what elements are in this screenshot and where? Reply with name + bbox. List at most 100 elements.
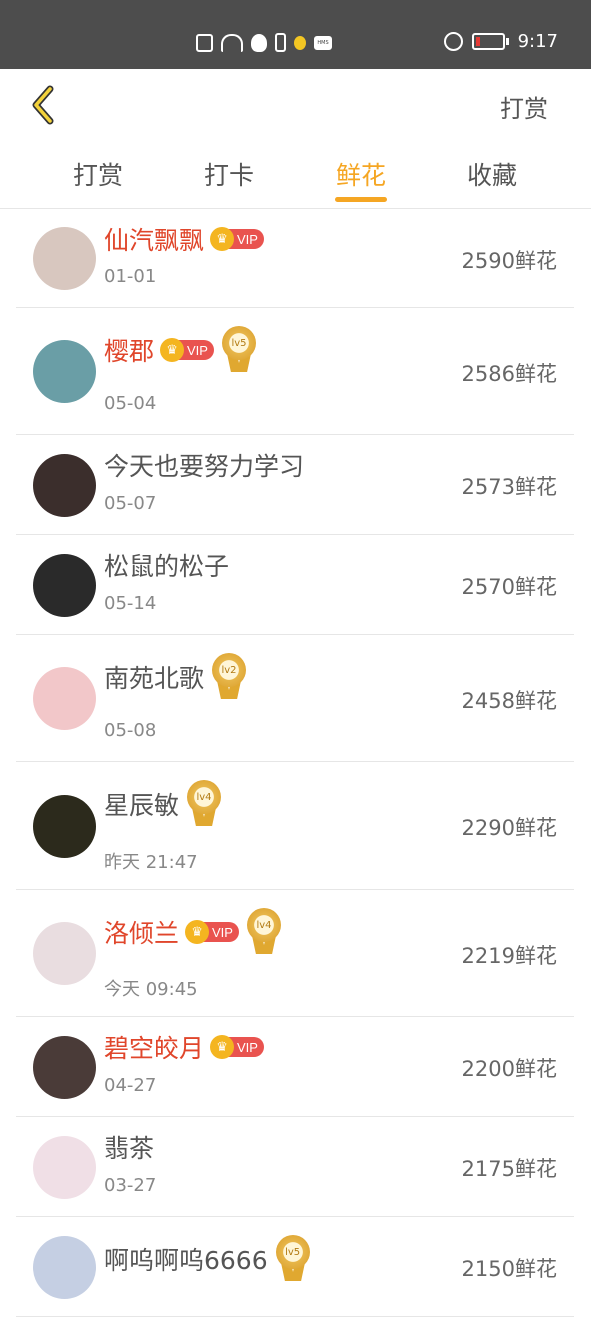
tab-reward[interactable]: 打赏	[58, 156, 138, 192]
list-item[interactable]: 洛倾兰 ♛ VIP lv4 今天 09:45 2219鲜花	[16, 890, 574, 1017]
activity-date: 04-27	[104, 1075, 157, 1096]
flower-amount: 2586鲜花	[461, 361, 557, 386]
list-item[interactable]: 南苑北歌 lv2 05-08 2458鲜花	[16, 635, 574, 762]
tab-bar: 打赏 打卡 鲜花 收藏	[0, 141, 591, 209]
qq-icon	[251, 33, 267, 52]
list-item[interactable]: 松鼠的松子 05-14 2570鲜花	[16, 535, 574, 635]
level-medal-icon: lv2	[212, 653, 247, 701]
level-label: lv4	[246, 908, 281, 942]
name-line: 碧空皎月 ♛ VIP	[104, 1029, 264, 1065]
battery-cap	[505, 38, 509, 45]
vip-label: VIP	[212, 924, 233, 940]
activity-date: 01-01	[104, 266, 157, 287]
avatar[interactable]	[33, 553, 96, 617]
crown-icon: ♛	[210, 1035, 235, 1059]
crown-icon: ♛	[185, 920, 210, 944]
list-item[interactable]: 樱郡 ♛ VIP lv5 05-04 2586鲜花	[16, 308, 574, 435]
vip-badge: ♛ VIP	[160, 338, 214, 362]
name-line: 仙汽飘飘 ♛ VIP	[104, 221, 264, 257]
avatar[interactable]	[33, 1235, 96, 1299]
level-medal-icon: lv5	[275, 1235, 310, 1283]
level-label: lv5	[275, 1235, 310, 1269]
user-name[interactable]: 啊呜啊呜6666	[104, 1241, 268, 1277]
activity-date: 05-07	[104, 493, 157, 514]
avatar[interactable]	[33, 922, 96, 985]
avatar[interactable]	[33, 1135, 96, 1199]
flower-amount: 2458鲜花	[461, 688, 557, 713]
avatar[interactable]	[33, 667, 96, 730]
list-item[interactable]: 仙汽飘飘 ♛ VIP 01-01 2590鲜花	[16, 209, 574, 308]
list-item[interactable]: 啊呜啊呜6666 lv5 2150鲜花	[16, 1217, 574, 1317]
user-name[interactable]: 樱郡	[104, 332, 154, 368]
avatar[interactable]	[33, 340, 96, 403]
name-line: 翡茶	[104, 1129, 154, 1165]
vip-badge: ♛ VIP	[210, 1035, 264, 1059]
name-line: 今天也要努力学习	[104, 447, 304, 483]
hms-icon: HMS	[314, 35, 332, 50]
avatar[interactable]	[33, 227, 96, 290]
chevron-left-icon[interactable]	[26, 85, 66, 125]
name-line: 星辰敏 lv4	[104, 780, 222, 828]
level-medal-icon: lv4	[246, 908, 281, 956]
alarm-icon	[443, 32, 463, 51]
activity-date: 05-14	[104, 593, 157, 614]
level-label: lv5	[221, 326, 256, 360]
name-line: 樱郡 ♛ VIP lv5	[104, 326, 256, 374]
flower-amount: 2219鲜花	[461, 943, 557, 968]
flower-ranking-list: 仙汽飘飘 ♛ VIP 01-01 2590鲜花 樱郡 ♛ VIP lv5 05-04 2586鲜花今…	[16, 209, 574, 1317]
name-line: 松鼠的松子	[104, 547, 229, 583]
list-item[interactable]: 今天也要努力学习 05-07 2573鲜花	[16, 435, 574, 535]
wifi-icon	[221, 33, 243, 52]
tab-favorites[interactable]: 收藏	[452, 156, 532, 192]
phone-icon	[275, 33, 286, 52]
flower-amount: 2175鲜花	[461, 1157, 557, 1181]
vip-label: VIP	[237, 231, 258, 247]
activity-date: 05-08	[104, 720, 157, 741]
vip-label: VIP	[237, 1039, 258, 1055]
flower-amount: 2200鲜花	[461, 1057, 557, 1081]
user-name[interactable]: 洛倾兰	[104, 914, 179, 950]
avatar[interactable]	[33, 1035, 96, 1099]
user-name[interactable]: 碧空皎月	[104, 1029, 204, 1065]
tab-checkin[interactable]: 打卡	[189, 156, 269, 192]
activity-date: 05-04	[104, 393, 157, 414]
level-medal-icon: lv5	[221, 326, 256, 374]
avatar[interactable]	[33, 453, 96, 517]
status-bar: HMS 9:17	[0, 0, 591, 69]
user-name[interactable]: 南苑北歌	[104, 659, 204, 695]
level-medal-icon: lv4	[187, 780, 222, 828]
list-item[interactable]: 翡茶 03-27 2175鲜花	[16, 1117, 574, 1217]
level-label: lv2	[212, 653, 247, 687]
list-item[interactable]: 碧空皎月 ♛ VIP 04-27 2200鲜花	[16, 1017, 574, 1117]
list-item[interactable]: 星辰敏 lv4 昨天 21:47 2290鲜花	[16, 762, 574, 890]
name-line: 南苑北歌 lv2	[104, 653, 247, 701]
avatar[interactable]	[33, 794, 96, 858]
tab-flowers[interactable]: 鲜花	[321, 156, 401, 192]
activity-date: 03-27	[104, 1175, 157, 1196]
sim-alert-icon	[196, 33, 213, 52]
flower-amount: 2590鲜花	[461, 248, 557, 273]
user-name[interactable]: 星辰敏	[104, 786, 179, 822]
status-time: 9:17	[517, 31, 558, 52]
crown-icon: ♛	[160, 338, 185, 362]
user-name[interactable]: 翡茶	[104, 1129, 154, 1165]
user-name[interactable]: 松鼠的松子	[104, 547, 229, 583]
top-header: 打赏	[0, 69, 591, 141]
user-name[interactable]: 仙汽飘飘	[104, 221, 204, 257]
crown-icon: ♛	[210, 227, 235, 251]
flower-amount: 2570鲜花	[461, 575, 557, 599]
name-line: 洛倾兰 ♛ VIP lv4	[104, 908, 281, 956]
name-line: 啊呜啊呜6666 lv5	[104, 1235, 310, 1283]
header-reward-button[interactable]: 打赏	[500, 89, 548, 124]
flower-amount: 2290鲜花	[461, 816, 557, 840]
vip-badge: ♛ VIP	[210, 227, 264, 251]
activity-date: 昨天 21:47	[104, 852, 198, 873]
vip-label: VIP	[187, 342, 208, 358]
bulb-icon	[294, 35, 306, 50]
activity-date: 今天 09:45	[104, 979, 198, 1000]
user-name[interactable]: 今天也要努力学习	[104, 447, 304, 483]
battery-icon	[471, 33, 505, 50]
tab-active-indicator	[335, 197, 387, 202]
flower-amount: 2150鲜花	[461, 1257, 557, 1281]
flower-amount: 2573鲜花	[461, 475, 557, 499]
